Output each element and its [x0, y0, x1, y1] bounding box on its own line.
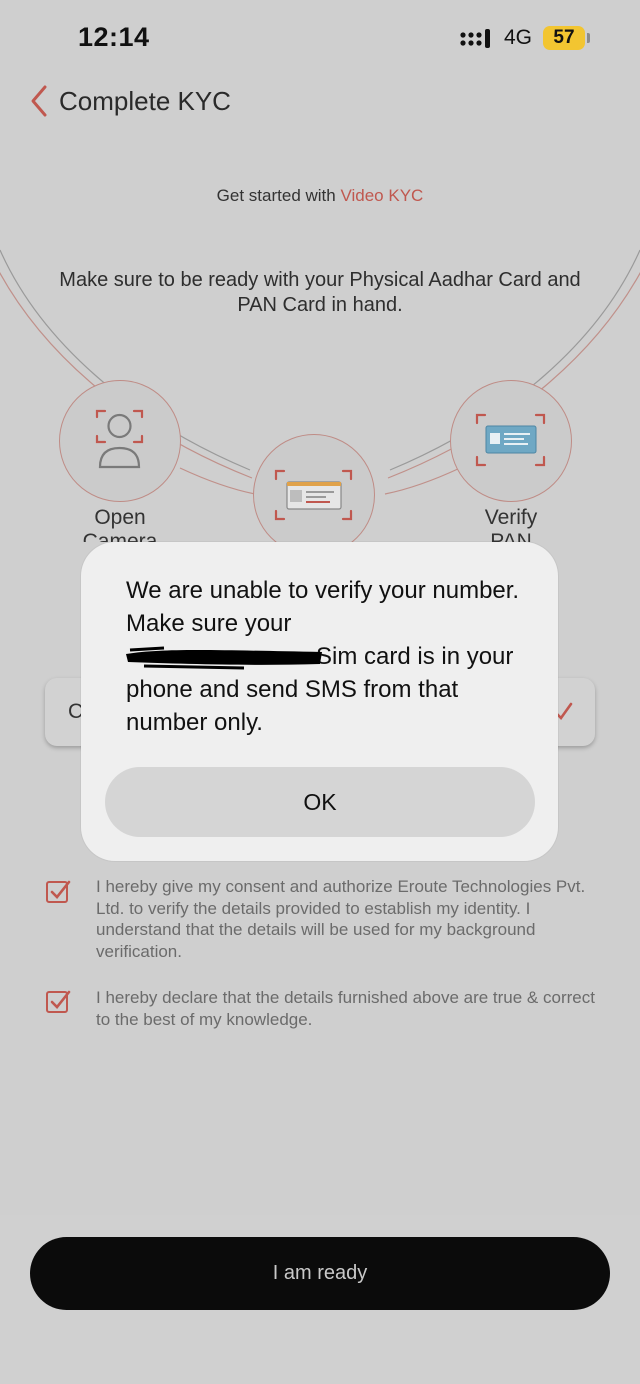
step-open-camera — [59, 380, 181, 502]
aadhar-card-scan-icon — [274, 469, 353, 521]
pan-card-scan-icon — [475, 413, 546, 467]
step-label-open-camera: Open Camera — [82, 506, 158, 542]
consent-text-1: I hereby give my consent and authorize E… — [96, 877, 586, 961]
dialog-ok-button[interactable]: OK — [105, 767, 535, 837]
i-am-ready-button[interactable]: I am ready — [30, 1237, 610, 1310]
step-label-verify-pan: Verify PAN — [484, 506, 538, 542]
video-kyc-intro: Get started with Video KYC — [0, 186, 640, 206]
dialog-message-part-1: We are unable to verify your number. Mak… — [126, 577, 520, 637]
face-scan-icon — [95, 409, 144, 469]
redaction-scribble — [126, 646, 322, 670]
kyc-instructions: Make sure to be ready with your Physical… — [59, 269, 581, 316]
consent-text-2: I hereby declare that the details furnis… — [96, 988, 595, 1029]
intro-prefix: Get started with — [216, 186, 341, 205]
consent-checkbox-1-icon[interactable] — [45, 878, 73, 906]
step-verify-pan — [450, 380, 572, 502]
consent-checkbox-2-icon[interactable] — [45, 988, 73, 1016]
video-kyc-link[interactable]: Video KYC — [340, 186, 423, 205]
step-scan-aadhar — [253, 434, 375, 556]
